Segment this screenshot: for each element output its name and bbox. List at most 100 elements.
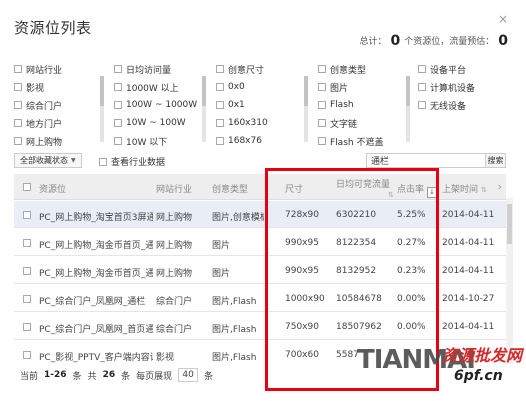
cell-industry: 综合门户 xyxy=(156,325,193,335)
checkbox[interactable] xyxy=(216,83,224,91)
checkbox[interactable] xyxy=(216,65,224,73)
cell-online-time: 2014-04-11 xyxy=(442,238,495,248)
checkbox[interactable] xyxy=(418,101,426,109)
row-checkbox[interactable] xyxy=(23,211,31,219)
filter-option[interactable]: 0x1 xyxy=(216,96,268,114)
filter-option[interactable]: 图片 xyxy=(318,78,383,96)
scrollbar-thumb[interactable] xyxy=(304,76,308,106)
cell-ctr: 0.00% xyxy=(397,322,426,332)
checkbox[interactable] xyxy=(14,137,22,145)
column-header-daily-traffic[interactable]: 日均可竞流量 ⇅ xyxy=(336,177,394,200)
checkbox[interactable] xyxy=(318,83,326,91)
checkbox[interactable] xyxy=(418,83,426,91)
cell-industry: 网上购物 xyxy=(156,213,193,223)
filter-option[interactable]: 文字链 xyxy=(318,114,383,132)
filter-option[interactable]: 网站行业 xyxy=(14,60,62,78)
table-row[interactable]: PC_综合门户_凤凰网_首页通栏 综合门户 图片,Flash 750x90 18… xyxy=(14,313,506,340)
filter-option[interactable]: 0x0 xyxy=(216,78,268,96)
checkbox[interactable] xyxy=(318,101,326,109)
checkbox[interactable] xyxy=(318,65,326,73)
checkbox[interactable] xyxy=(216,119,224,127)
cell-online-time: 2014-10-27 xyxy=(442,294,495,304)
scrollbar-thumb[interactable] xyxy=(202,76,206,106)
scrollbar-thumb[interactable] xyxy=(100,76,104,106)
filter-option[interactable]: 10W ~ 100W xyxy=(114,114,197,132)
table-row[interactable]: PC_综合门户_凤凰网_通栏 综合门户 图片,Flash 1000x90 105… xyxy=(14,285,506,312)
cell-resource: PC_网上购物_淘金币首页_通栏 xyxy=(39,269,153,279)
filter-option[interactable]: 创意尺寸 xyxy=(216,60,268,78)
filter-option[interactable]: Flash xyxy=(318,96,383,114)
column-header-industry[interactable]: 网站行业 xyxy=(156,182,192,195)
column-header-ctr[interactable]: 点击率 ↓ xyxy=(397,182,438,198)
row-checkbox[interactable] xyxy=(23,351,31,359)
summary-bar: 总计： 0 个资源位，流量预估： 0 xyxy=(359,33,512,49)
traffic-estimate: 0 xyxy=(498,33,508,49)
filter-column-size: 创意尺寸 0x0 0x1 160x310 168x76 xyxy=(216,60,268,150)
filter-option[interactable]: 10W 以下 xyxy=(114,132,197,150)
table-scrollbar[interactable] xyxy=(506,198,513,364)
checkbox[interactable] xyxy=(14,83,22,91)
page-size-input[interactable]: 40 xyxy=(178,368,199,382)
row-checkbox[interactable] xyxy=(23,295,31,303)
sort-desc-icon[interactable]: ↓ xyxy=(427,187,438,198)
sort-icon[interactable]: ⇅ xyxy=(388,191,394,199)
column-header-size[interactable]: 尺寸 xyxy=(285,182,303,195)
scrollbar-thumb[interactable] xyxy=(406,76,410,106)
search-button[interactable]: 搜索 xyxy=(485,153,506,168)
table-row[interactable]: PC_网上购物_淘宝首页3屏通栏 网上购物 图片,创意模板 728x90 630… xyxy=(14,201,506,228)
filter-option[interactable]: 168x76 xyxy=(216,132,268,150)
collect-status-dropdown[interactable]: 全部收藏状态 ▼ xyxy=(14,153,82,168)
scrollbar-thumb[interactable] xyxy=(507,204,512,244)
filter-option[interactable]: 设备平台 xyxy=(418,60,475,78)
filter-option[interactable]: 影视 xyxy=(14,78,62,96)
collect-status-label: 全部收藏状态 xyxy=(20,156,68,165)
search-input[interactable] xyxy=(366,153,492,168)
filter-option[interactable]: 160x310 xyxy=(216,114,268,132)
sort-icon[interactable]: ⇅ xyxy=(481,186,487,194)
filter-scrollbar[interactable] xyxy=(304,76,308,142)
filter-option[interactable]: Flash 不遮盖 xyxy=(318,132,383,150)
row-checkbox[interactable] xyxy=(23,267,31,275)
checkbox[interactable] xyxy=(114,101,122,109)
select-all-checkbox[interactable] xyxy=(23,183,31,191)
checkbox[interactable] xyxy=(114,137,122,145)
row-checkbox[interactable] xyxy=(23,239,31,247)
table-header: 资源位 网站行业 创意类型 尺寸 日均可竞流量 ⇅ 点击率 ↓ 上架时间 ⇅ › xyxy=(14,174,506,200)
checkbox[interactable] xyxy=(99,157,107,166)
checkbox[interactable] xyxy=(318,119,326,127)
filter-option[interactable]: 综合门户 xyxy=(14,96,62,114)
column-header-resource[interactable]: 资源位 xyxy=(39,182,66,195)
checkbox[interactable] xyxy=(114,119,122,127)
filter-option[interactable]: 100W ~ 1000W xyxy=(114,96,197,114)
filter-option[interactable]: 创意类型 xyxy=(318,60,383,78)
filter-option[interactable]: 日均访问量 xyxy=(114,60,197,78)
chevron-right-icon[interactable]: › xyxy=(498,180,502,193)
checkbox[interactable] xyxy=(114,65,122,73)
checkbox[interactable] xyxy=(216,137,224,145)
filter-option[interactable]: 1000W 以上 xyxy=(114,78,197,96)
checkbox[interactable] xyxy=(14,65,22,73)
checkbox[interactable] xyxy=(14,119,22,127)
filter-column-traffic: 日均访问量 1000W 以上 100W ~ 1000W 10W ~ 100W 1… xyxy=(114,60,197,150)
filter-option[interactable]: 无线设备 xyxy=(418,96,475,114)
filter-scrollbar[interactable] xyxy=(100,76,104,142)
table-row[interactable]: PC_网上购物_淘金币首页_通栏 网上购物 图片 990x95 8122354 … xyxy=(14,229,506,256)
checkbox[interactable] xyxy=(216,101,224,109)
checkbox[interactable] xyxy=(14,101,22,109)
checkbox[interactable] xyxy=(114,83,122,91)
items-unit: 条 xyxy=(72,371,82,382)
filter-scrollbar[interactable] xyxy=(406,76,410,142)
filter-option[interactable]: 网上购物 xyxy=(14,132,62,150)
filter-option[interactable]: 计算机设备 xyxy=(418,78,475,96)
checkbox[interactable] xyxy=(418,65,426,73)
table-row[interactable]: PC_网上购物_淘金币首页_通栏 网上购物 图片 990x95 8132952 … xyxy=(14,257,506,284)
row-checkbox[interactable] xyxy=(23,323,31,331)
filter-scrollbar[interactable] xyxy=(202,76,206,142)
industry-data-toggle[interactable]: 查看行业数据 xyxy=(99,155,165,168)
close-icon[interactable]: × xyxy=(498,12,508,26)
checkbox[interactable] xyxy=(318,137,326,145)
column-header-online-time[interactable]: 上架时间 ⇅ xyxy=(442,182,487,195)
column-header-creative-type[interactable]: 创意类型 xyxy=(212,182,248,195)
filter-column-creative-type: 创意类型 图片 Flash 文字链 Flash 不遮盖 xyxy=(318,60,383,150)
filter-option[interactable]: 地方门户 xyxy=(14,114,62,132)
